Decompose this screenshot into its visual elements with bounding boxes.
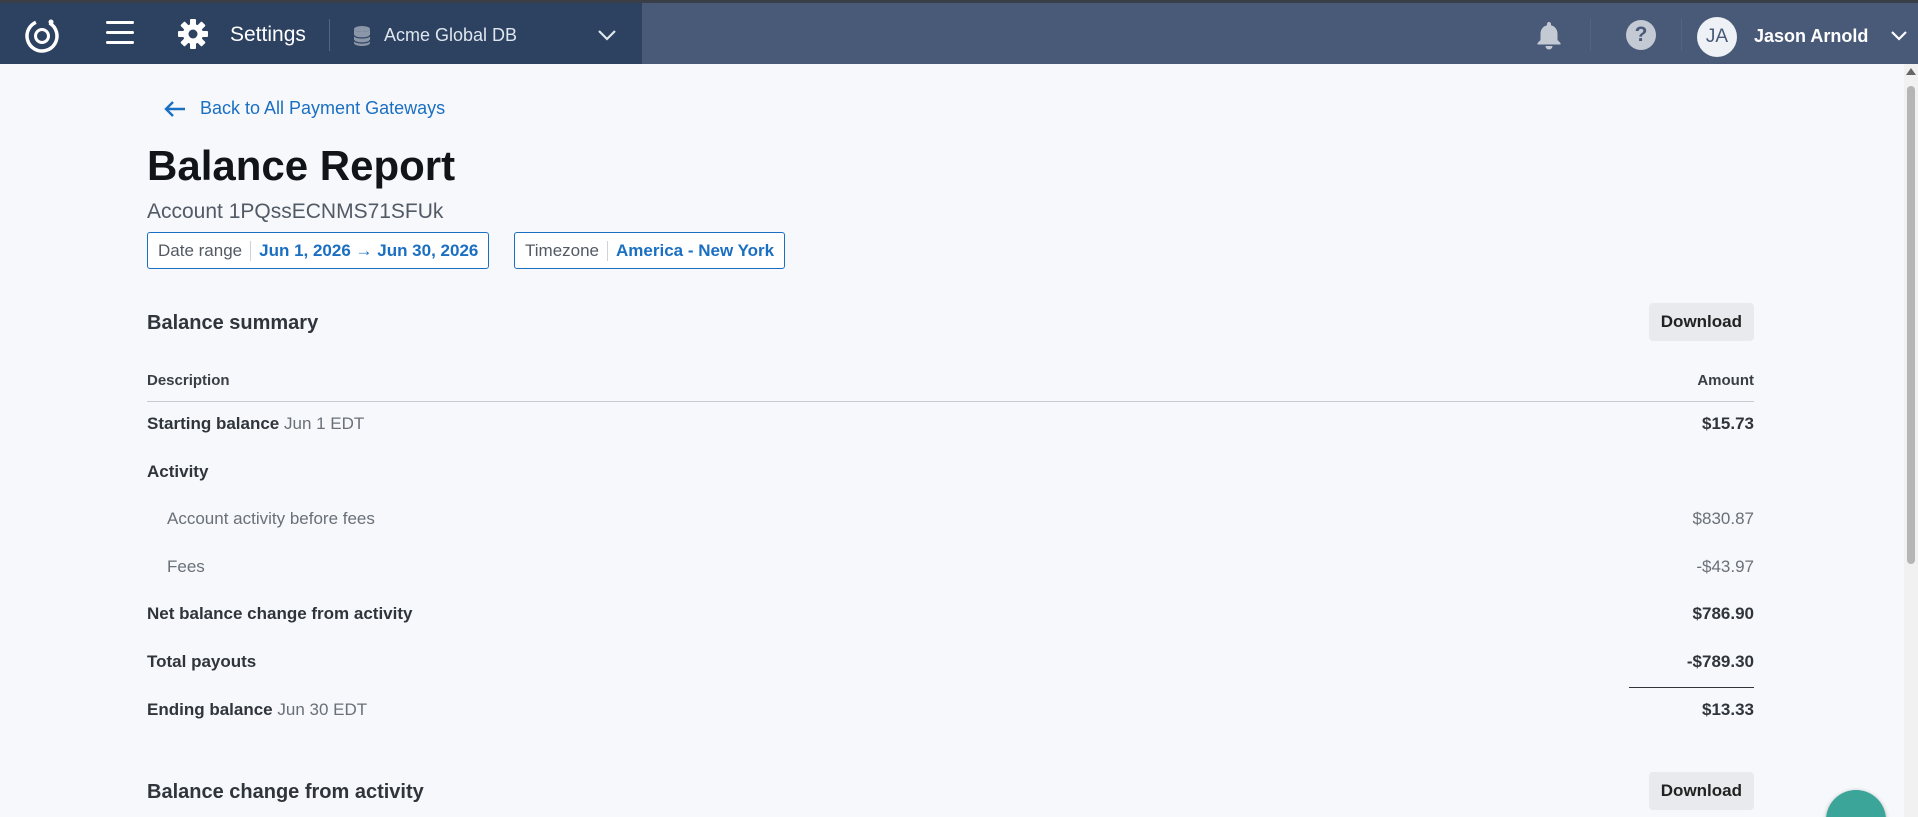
scroll-up-arrow-icon[interactable] [1906, 68, 1916, 75]
topbar-left-section: Settings Acme Global DB [0, 3, 642, 64]
balance-summary-table: Description Amount Starting balance Jun … [147, 362, 1754, 743]
arrow-left-icon [164, 100, 185, 117]
row-amount: $13.33 [1702, 700, 1754, 719]
date-range-value: Jun 1, 2026 → Jun 30, 2026 [259, 240, 479, 260]
avatar[interactable]: JA [1697, 17, 1737, 57]
bell-icon[interactable] [1535, 20, 1563, 50]
table-row: Activity [147, 450, 1754, 498]
database-selector-label[interactable]: Acme Global DB [384, 25, 517, 46]
table-row: Starting balance Jun 1 EDT $15.73 [147, 402, 1754, 450]
timezone-filter[interactable]: Timezone America - New York [514, 232, 786, 269]
page-title: Balance Report [147, 142, 456, 189]
divider [329, 19, 330, 51]
scrollbar-thumb[interactable] [1907, 86, 1915, 564]
row-description: Total payouts [147, 651, 257, 671]
row-description: Starting balance Jun 1 EDT [147, 414, 365, 433]
row-description: Account activity before fees [167, 509, 375, 528]
date-range-label: Date range [158, 240, 252, 261]
vertical-scrollbar[interactable] [1904, 64, 1918, 817]
row-description: Ending balance Jun 30 EDT [147, 700, 368, 719]
top-navigation-bar: Settings Acme Global DB ? JA Jason Arnol… [0, 0, 1918, 64]
settings-label[interactable]: Settings [230, 23, 306, 47]
row-description: Net balance change from activity [147, 604, 413, 623]
timezone-label: Timezone [525, 240, 609, 261]
divider [1590, 19, 1591, 51]
download-activity-button[interactable]: Download [1648, 772, 1754, 810]
table-row: Fees -$43.97 [147, 545, 1754, 593]
row-amount: -$43.97 [1696, 556, 1754, 576]
timezone-value: America - New York [616, 240, 775, 260]
table-row: Ending balance Jun 30 EDT $13.33 [147, 687, 1754, 743]
main-content: Back to All Payment Gateways Balance Rep… [0, 64, 1904, 817]
balance-summary-title: Balance summary [147, 312, 319, 334]
balance-change-title: Balance change from activity [147, 781, 424, 803]
row-amount: $830.87 [1692, 509, 1754, 528]
row-amount: $786.90 [1692, 604, 1754, 623]
gear-icon[interactable] [177, 18, 209, 50]
database-icon [353, 26, 371, 46]
date-range-filter[interactable]: Date range Jun 1, 2026 → Jun 30, 2026 [147, 232, 490, 269]
logo-icon[interactable] [22, 15, 62, 55]
help-icon[interactable]: ? [1626, 20, 1656, 50]
row-subtext: Jun 1 EDT [284, 414, 365, 433]
total-divider [1629, 687, 1754, 688]
column-amount: Amount [1697, 372, 1754, 389]
chevron-down-icon[interactable] [1890, 29, 1908, 43]
back-link[interactable]: Back to All Payment Gateways [164, 98, 445, 119]
back-link-label: Back to All Payment Gateways [200, 98, 446, 118]
user-name[interactable]: Jason Arnold [1754, 26, 1868, 47]
table-row: Total payouts -$789.30 [147, 640, 1754, 688]
column-description: Description [147, 372, 230, 389]
row-amount: -$789.30 [1686, 651, 1754, 671]
divider [1681, 19, 1682, 51]
account-id: Account 1PQssECNMS71SFUk [147, 200, 444, 223]
table-row: Account activity before fees $830.87 [147, 497, 1754, 545]
hamburger-icon[interactable] [106, 21, 134, 45]
row-description: Fees [167, 556, 205, 576]
row-description: Activity [147, 461, 209, 481]
row-subtext: Jun 30 EDT [277, 700, 368, 719]
row-amount: $15.73 [1702, 414, 1754, 433]
table-header: Description Amount [147, 362, 1754, 402]
chevron-down-icon[interactable] [596, 27, 618, 43]
table-row: Net balance change from activity $786.90 [147, 592, 1754, 640]
download-summary-button[interactable]: Download [1648, 303, 1754, 341]
